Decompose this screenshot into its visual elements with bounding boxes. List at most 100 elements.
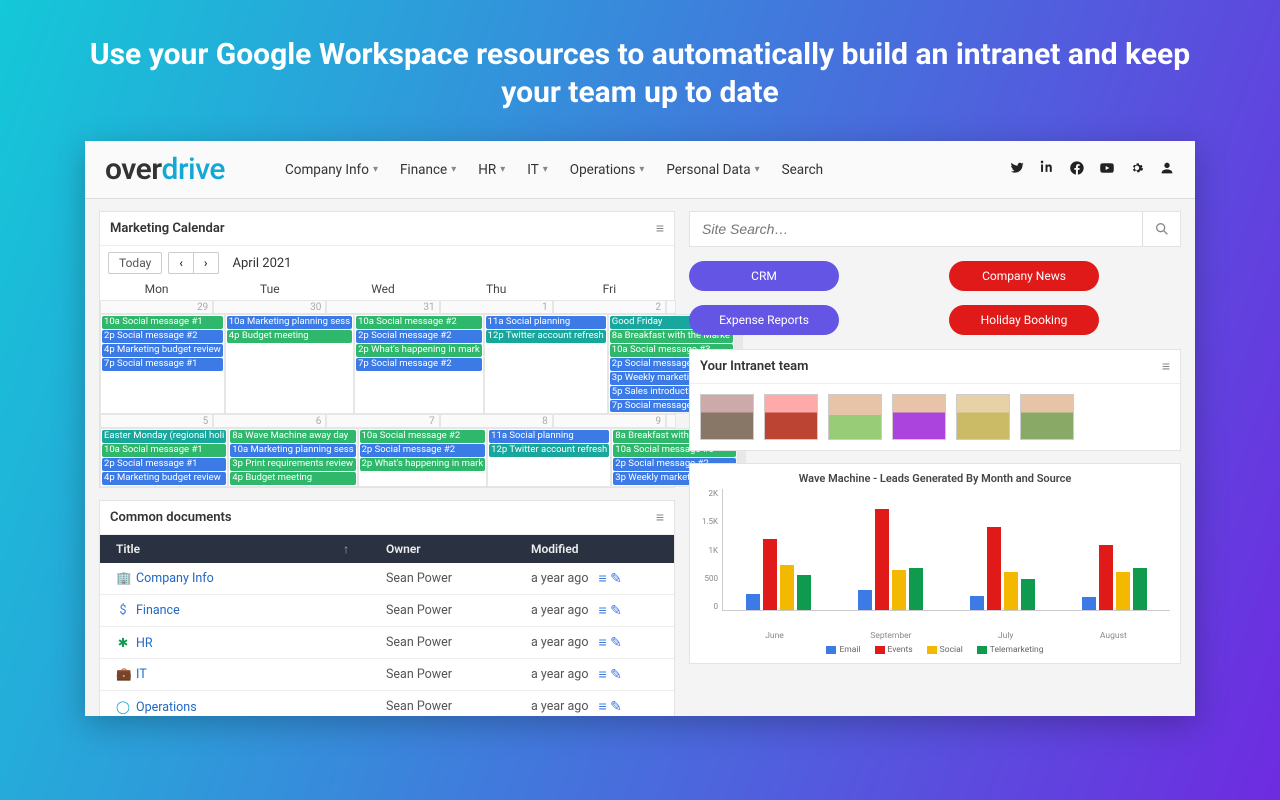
calendar-day-cell[interactable]: 10a Marketing planning sess4p Budget mee…	[225, 314, 354, 414]
prev-month-button[interactable]: ‹	[169, 253, 194, 273]
panel-menu-icon[interactable]: ≡	[656, 220, 664, 237]
youtube-icon[interactable]	[1099, 160, 1115, 180]
x-axis-label: September	[870, 631, 911, 641]
calendar-event[interactable]: 4p Budget meeting	[227, 330, 352, 343]
avatar[interactable]	[828, 394, 882, 440]
hero-headline: Use your Google Workspace resources to a…	[0, 0, 1280, 131]
avatar[interactable]	[700, 394, 754, 440]
calendar-event[interactable]: 7p Social message #1	[102, 358, 223, 371]
table-row[interactable]: 🏢Company InfoSean Powera year ago≡ ✎	[100, 563, 674, 595]
calendar-event[interactable]: 8a Wave Machine away day	[230, 430, 355, 443]
calendar-day-cell[interactable]: 11a Social planning12p Twitter account r…	[487, 428, 611, 487]
search-button[interactable]	[1142, 212, 1180, 246]
facebook-icon[interactable]	[1069, 160, 1085, 180]
doc-title[interactable]: HR	[136, 636, 153, 651]
chart-bar	[1116, 572, 1130, 610]
user-icon[interactable]	[1159, 160, 1175, 180]
doc-title[interactable]: Finance	[136, 603, 180, 618]
panel-menu-icon[interactable]: ≡	[1162, 358, 1170, 375]
chart-bar	[1082, 597, 1096, 610]
calendar-event[interactable]: 10a Social message #1	[102, 316, 223, 329]
legend-item[interactable]: Telemarketing	[977, 645, 1044, 655]
avatar[interactable]	[764, 394, 818, 440]
calendar-event[interactable]: Easter Monday (regional holi	[102, 430, 226, 443]
panel-menu-icon[interactable]: ≡	[656, 509, 664, 526]
nav-operations[interactable]: Operations▾	[570, 162, 645, 178]
calendar-event[interactable]: 12p Twitter account refresh	[489, 444, 609, 457]
nav-personal-data[interactable]: Personal Data▾	[666, 162, 759, 178]
avatar[interactable]	[892, 394, 946, 440]
calendar-day-cell[interactable]: 10a Social message #22p Social message #…	[358, 428, 488, 487]
calendar-event[interactable]: 3p Print requirements review	[230, 458, 355, 471]
table-row[interactable]: $FinanceSean Powera year ago≡ ✎	[100, 595, 674, 627]
calendar-event[interactable]: 10a Marketing planning sess	[230, 444, 355, 457]
nav-hr[interactable]: HR▾	[478, 162, 505, 178]
calendar-event[interactable]: 10a Social message #1	[102, 444, 226, 457]
nav-finance[interactable]: Finance▾	[400, 162, 456, 178]
calendar-event[interactable]: 2p What's happening in mark	[360, 458, 486, 471]
expense-reports-button[interactable]: Expense Reports	[689, 305, 839, 335]
crm-button[interactable]: CRM	[689, 261, 839, 291]
calendar-event[interactable]: 10a Marketing planning sess	[227, 316, 352, 329]
legend-item[interactable]: Social	[927, 645, 963, 655]
sort-icon[interactable]: ↑	[343, 542, 349, 556]
calendar-event[interactable]: 11a Social planning	[486, 316, 606, 329]
calendar-event[interactable]: 7p Social message #2	[356, 358, 482, 371]
brand-logo[interactable]: overdrive	[105, 152, 225, 187]
search-input[interactable]	[690, 221, 1142, 237]
calendar-event[interactable]: 4p Marketing budget review	[102, 472, 226, 485]
calendar-event[interactable]: 2p Social message #2	[356, 330, 482, 343]
calendar-event[interactable]: 2p Social message #2	[102, 330, 223, 343]
table-row[interactable]: ✱HRSean Powera year ago≡ ✎	[100, 627, 674, 659]
avatar[interactable]	[1020, 394, 1074, 440]
nav-it[interactable]: IT▾	[527, 162, 548, 178]
row-actions-icon[interactable]: ≡ ✎	[598, 634, 621, 651]
calendar-event[interactable]: 10a Social message #2	[360, 430, 486, 443]
legend-item[interactable]: Events	[875, 645, 913, 655]
holiday-booking-button[interactable]: Holiday Booking	[949, 305, 1099, 335]
common-documents-panel: Common documents ≡ Title ↑ Owner Modifie…	[99, 500, 675, 716]
today-button[interactable]: Today	[108, 252, 162, 274]
calendar-event[interactable]: 2p Social message #2	[360, 444, 486, 457]
chart-bar	[1004, 572, 1018, 610]
calendar-day-cell[interactable]: 8a Wave Machine away day10a Marketing pl…	[228, 428, 357, 487]
doc-title[interactable]: Operations	[136, 700, 197, 715]
table-row[interactable]: 💼ITSean Powera year ago≡ ✎	[100, 659, 674, 691]
company-news-button[interactable]: Company News	[949, 261, 1099, 291]
calendar-day-cell[interactable]: Easter Monday (regional holi10a Social m…	[100, 428, 228, 487]
chart-bar	[1021, 579, 1035, 610]
calendar-event[interactable]: 10a Social message #2	[356, 316, 482, 329]
chart-bar	[763, 539, 777, 611]
x-axis-label: July	[998, 631, 1013, 641]
calendar-day-cell[interactable]: 10a Social message #22p Social message #…	[354, 314, 484, 414]
doc-owner: Sean Power	[386, 603, 531, 618]
doc-title[interactable]: Company Info	[136, 571, 214, 586]
settings-icon[interactable]	[1129, 160, 1145, 180]
doc-owner: Sean Power	[386, 667, 531, 682]
chart-bar	[746, 594, 760, 610]
avatar[interactable]	[956, 394, 1010, 440]
calendar-event[interactable]: 2p What's happening in mark	[356, 344, 482, 357]
twitter-icon[interactable]	[1009, 160, 1025, 180]
calendar-event[interactable]: 4p Budget meeting	[230, 472, 355, 485]
panel-title: Your Intranet team	[700, 359, 808, 374]
row-actions-icon[interactable]: ≡ ✎	[598, 666, 621, 683]
calendar-day-cell[interactable]: 11a Social planning12p Twitter account r…	[484, 314, 608, 414]
panel-title: Common documents	[110, 510, 232, 525]
legend-item[interactable]: Email	[826, 645, 860, 655]
calendar-event[interactable]: 11a Social planning	[489, 430, 609, 443]
doc-title[interactable]: IT	[136, 667, 147, 682]
nav-search[interactable]: Search	[782, 162, 823, 178]
nav-company-info[interactable]: Company Info▾	[285, 162, 378, 178]
chevron-down-icon: ▾	[451, 164, 456, 175]
linkedin-icon[interactable]	[1039, 160, 1055, 180]
table-row[interactable]: ◯OperationsSean Powera year ago≡ ✎	[100, 691, 674, 716]
calendar-event[interactable]: 12p Twitter account refresh	[486, 330, 606, 343]
row-actions-icon[interactable]: ≡ ✎	[598, 570, 621, 587]
next-month-button[interactable]: ›	[194, 253, 218, 273]
calendar-day-cell[interactable]: 10a Social message #12p Social message #…	[100, 314, 225, 414]
calendar-event[interactable]: 2p Social message #1	[102, 458, 226, 471]
row-actions-icon[interactable]: ≡ ✎	[598, 698, 621, 715]
row-actions-icon[interactable]: ≡ ✎	[598, 602, 621, 619]
calendar-event[interactable]: 4p Marketing budget review	[102, 344, 223, 357]
